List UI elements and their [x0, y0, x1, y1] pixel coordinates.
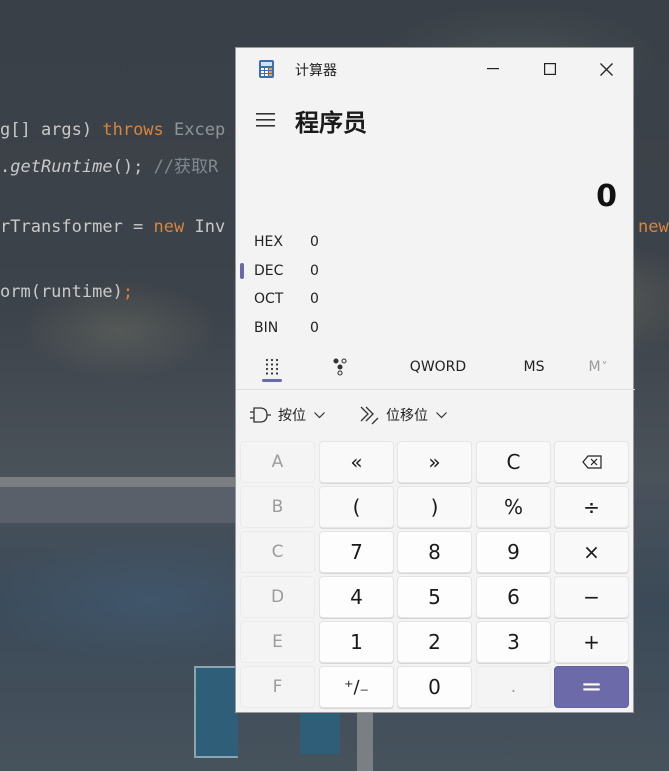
memory-recall-label: M [588, 359, 601, 375]
mode-title: 程序员 [295, 109, 367, 137]
key-7[interactable]: 7 [319, 531, 394, 573]
close-icon [600, 62, 613, 76]
background-sign [194, 666, 238, 758]
chevron-down-icon: ˅ [601, 360, 608, 374]
tab-bit-toggling-keypad[interactable] [320, 346, 360, 388]
radix-oct[interactable]: OCT 0 [254, 291, 319, 307]
bit-shift-icon [360, 406, 379, 425]
title-bar[interactable]: 计算器 [236, 48, 635, 90]
key-0[interactable]: 0 [397, 666, 472, 708]
bitshift-dropdown[interactable]: 位移位 [360, 400, 447, 430]
key-2[interactable]: 2 [397, 621, 472, 663]
key-9[interactable]: 9 [476, 531, 551, 573]
key-b[interactable]: B [240, 486, 315, 528]
word-size-button[interactable]: QWORD [398, 346, 478, 388]
radix-label: OCT [254, 291, 284, 307]
key-multiply[interactable]: × [554, 531, 629, 573]
key-3[interactable]: 3 [476, 621, 551, 663]
key-backspace[interactable] [554, 441, 629, 483]
key-6[interactable]: 6 [476, 576, 551, 618]
chevron-down-icon [436, 411, 447, 418]
key-8[interactable]: 8 [397, 531, 472, 573]
radix-value: 0 [310, 234, 319, 250]
radix-selected-indicator [240, 263, 244, 279]
editor-scrollbar [0, 477, 235, 487]
background-sign-2 [300, 712, 340, 754]
key-c[interactable]: C [240, 531, 315, 573]
bitwise-label: 按位 [278, 408, 306, 424]
key-left-shift[interactable]: « [319, 441, 394, 483]
calculator-app-icon [259, 60, 274, 78]
calculator-window: 计算器 程序员 0 HEX 0 DEC 0 OCT 0 BIN 0 QWORD … [235, 47, 635, 713]
minimize-button[interactable] [464, 48, 521, 90]
minimize-icon [486, 68, 499, 70]
radix-label: DEC [254, 263, 284, 279]
chevron-down-icon [314, 411, 325, 418]
memory-recall-button[interactable]: M ˅ [578, 346, 618, 388]
radix-bin[interactable]: BIN 0 [254, 320, 319, 336]
editor-panel-strip [0, 487, 235, 523]
radix-hex[interactable]: HEX 0 [254, 234, 319, 250]
code-line-2: .getRuntime(); //获取R [0, 157, 219, 177]
radix-value: 0 [310, 263, 319, 279]
key-clear[interactable]: C [476, 441, 551, 483]
window-title: 计算器 [295, 63, 337, 79]
key-negate[interactable]: ⁺∕₋ [319, 666, 394, 708]
maximize-icon [543, 63, 556, 75]
bitwise-dropdown[interactable]: 按位 [250, 400, 325, 430]
keypad-tab-bar: QWORD MS M ˅ [236, 346, 635, 388]
key-equals[interactable]: = [554, 666, 629, 708]
key-right-shift[interactable]: » [397, 441, 472, 483]
code-line-4: orm(runtime); [0, 282, 134, 302]
code-line-3: rTransformer = new Inv [0, 217, 226, 237]
navigation-menu-icon[interactable] [256, 112, 276, 128]
code-line-3-right: new [638, 217, 669, 237]
key-1[interactable]: 1 [319, 621, 394, 663]
radix-dec[interactable]: DEC 0 [254, 263, 319, 279]
key-5[interactable]: 5 [397, 576, 472, 618]
code-line-1: g[] args) throws Excep [0, 120, 226, 140]
radix-value: 0 [310, 291, 319, 307]
key-percent[interactable]: % [476, 486, 551, 528]
key-subtract[interactable]: − [554, 576, 629, 618]
full-keypad-icon [265, 358, 279, 375]
key-decimal[interactable]: . [476, 666, 551, 708]
close-button[interactable] [578, 48, 635, 90]
bit-toggle-keypad-icon [333, 358, 347, 376]
backspace-icon [581, 455, 602, 469]
key-close-paren[interactable]: ) [397, 486, 472, 528]
radix-label: BIN [254, 320, 279, 336]
key-4[interactable]: 4 [319, 576, 394, 618]
radix-label: HEX [254, 234, 283, 250]
maximize-button[interactable] [521, 48, 578, 90]
background-pole [357, 712, 373, 771]
memory-store-button[interactable]: MS [508, 346, 560, 388]
key-a[interactable]: A [240, 441, 315, 483]
radix-value: 0 [310, 320, 319, 336]
logic-gate-icon [250, 407, 271, 423]
key-add[interactable]: + [554, 621, 629, 663]
divider [236, 389, 635, 390]
bitshift-label: 位移位 [386, 408, 428, 424]
tab-selected-indicator [262, 379, 282, 382]
key-divide[interactable]: ÷ [554, 486, 629, 528]
key-e[interactable]: E [240, 621, 315, 663]
key-f[interactable]: F [240, 666, 315, 708]
result-display: 0 [596, 179, 617, 214]
key-open-paren[interactable]: ( [319, 486, 394, 528]
key-d[interactable]: D [240, 576, 315, 618]
